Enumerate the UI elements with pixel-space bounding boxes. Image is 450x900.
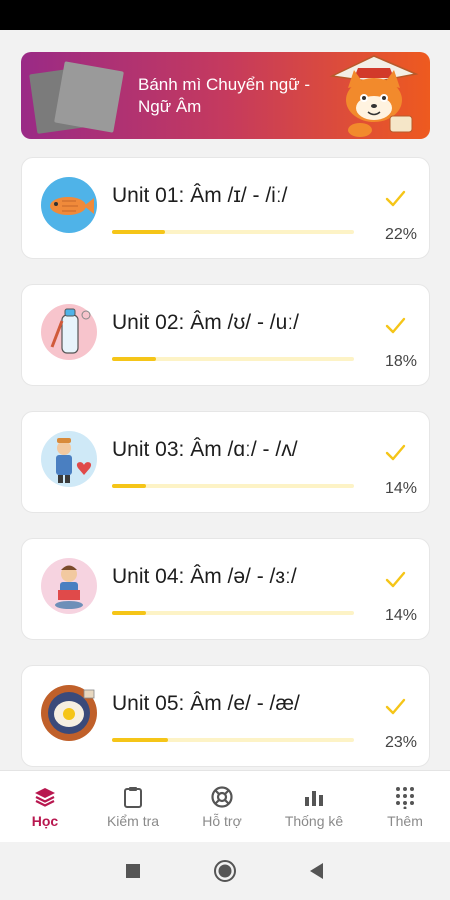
- unit-percent: 14%: [384, 607, 417, 624]
- recent-apps-icon[interactable]: [121, 859, 145, 883]
- tab-label: Hỗ trợ: [202, 813, 242, 829]
- bottom-tab-bar: Học Kiểm tra Hỗ trợ Thống kê Thêm: [0, 770, 450, 842]
- banner-title: Bánh mì Chuyển ngữ - Ngữ Âm: [138, 75, 311, 116]
- unit-percent: 23%: [384, 734, 417, 751]
- bottle-illustration-icon: [41, 304, 97, 360]
- system-nav-bar: [0, 842, 450, 900]
- unit-percent: 22%: [384, 226, 417, 243]
- home-icon[interactable]: [213, 859, 237, 883]
- check-icon: [385, 571, 406, 588]
- course-banner[interactable]: Bánh mì Chuyển ngữ - Ngữ Âm: [21, 52, 430, 139]
- tab-hoc[interactable]: Học: [0, 771, 90, 843]
- unit-progress-bar: [112, 611, 354, 615]
- unit-title: Unit 02: Âm /ʊ/ - /uː/: [112, 311, 299, 334]
- bar-chart-icon: [305, 791, 323, 806]
- check-icon: [385, 190, 406, 207]
- unit-card-1[interactable]: Unit 01: Âm /ɪ/ - /iː/ 22%: [21, 157, 430, 259]
- clipboard-icon: [124, 787, 142, 808]
- unit-title: Unit 03: Âm /ɑː/ - /ʌ/: [112, 438, 298, 461]
- unit-progress-bar: [112, 230, 354, 234]
- tab-them[interactable]: Thêm: [360, 771, 450, 843]
- tab-label: Kiểm tra: [106, 813, 160, 829]
- layers-icon: [35, 788, 55, 807]
- tab-kiem-tra[interactable]: Kiểm tra: [88, 771, 178, 843]
- unit-title: Unit 04: Âm /ə/ - /ɜː/: [112, 565, 297, 588]
- status-bar: [0, 0, 450, 30]
- unit-progress-bar: [112, 738, 354, 742]
- fox-mascot-icon: [329, 55, 419, 137]
- fish-illustration-icon: [41, 177, 97, 233]
- unit-progress-bar: [112, 357, 354, 361]
- tab-label: Thống kê: [284, 813, 344, 829]
- check-icon: [385, 317, 406, 334]
- tab-label: Học: [31, 813, 59, 829]
- unit-card-5[interactable]: Unit 05: Âm /e/ - /æ/ 23%: [21, 665, 430, 767]
- check-icon: [385, 444, 406, 461]
- check-icon: [385, 698, 406, 715]
- unit-card-3[interactable]: Unit 03: Âm /ɑː/ - /ʌ/ 14%: [21, 411, 430, 513]
- image-placeholder-icon: [29, 61, 125, 134]
- tab-thong-ke[interactable]: Thống kê: [269, 771, 359, 843]
- grid-dots-icon: [396, 787, 414, 809]
- unit-title: Unit 05: Âm /e/ - /æ/: [112, 692, 300, 715]
- unit-card-2[interactable]: Unit 02: Âm /ʊ/ - /uː/ 18%: [21, 284, 430, 386]
- lifebuoy-icon: [211, 786, 233, 808]
- tab-ho-tro[interactable]: Hỗ trợ: [177, 771, 267, 843]
- tab-label: Thêm: [387, 813, 423, 829]
- unit-progress-bar: [112, 484, 354, 488]
- unit-percent: 18%: [384, 353, 417, 370]
- back-icon[interactable]: [305, 859, 329, 883]
- cook-illustration-icon: [41, 431, 97, 487]
- unit-percent: 14%: [384, 480, 417, 497]
- reader-illustration-icon: [41, 558, 97, 614]
- unit-card-4[interactable]: Unit 04: Âm /ə/ - /ɜː/ 14%: [21, 538, 430, 640]
- egg-illustration-icon: [41, 685, 97, 741]
- unit-title: Unit 01: Âm /ɪ/ - /iː/: [112, 184, 288, 207]
